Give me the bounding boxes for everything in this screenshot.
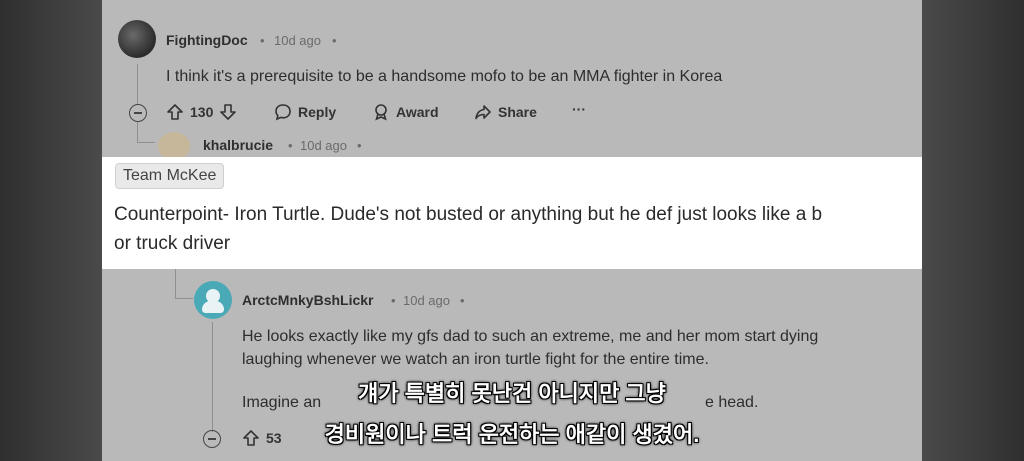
highlighted-text-line-2: or truck driver	[114, 233, 231, 254]
vote-group: 130	[166, 103, 237, 121]
upvote-icon[interactable]	[166, 103, 184, 121]
highlighted-comment-text: Counterpoint- Iron Turtle. Dude's not bu…	[114, 200, 922, 258]
khalbrucie-dot-2: •	[357, 138, 362, 153]
reply-button[interactable]: Reply	[274, 103, 336, 121]
nested-thread-line[interactable]	[175, 269, 176, 299]
arctc-text-line-2: laughing whenever we watch an iron turtl…	[242, 351, 709, 368]
share-icon	[475, 105, 491, 120]
arctc-text-line-1: He looks exactly like my gfs dad to such…	[242, 328, 819, 345]
vote-count: 130	[190, 104, 214, 120]
arctc-time: 10d ago	[403, 293, 450, 308]
fightingdoc-avatar[interactable]	[118, 20, 156, 58]
subtitle-line-1: 걔가 특별히 못난건 아니지만 그냥	[358, 381, 666, 406]
comment-bubble-icon	[275, 104, 291, 121]
award-label: Award	[396, 104, 439, 120]
fightingdoc-comment-text: I think it's a prerequisite to be a hand…	[166, 68, 723, 85]
arctc-avatar[interactable]	[194, 281, 232, 319]
reply-connector-line	[137, 122, 138, 142]
reply-connector-elbow	[137, 142, 155, 143]
thread-line[interactable]	[137, 64, 138, 104]
award-button[interactable]: Award	[372, 103, 439, 121]
fightingdoc-dot-2: •	[332, 33, 337, 48]
award-icon	[375, 104, 387, 121]
highlighted-text-line-1: Counterpoint- Iron Turtle. Dude's not bu…	[114, 204, 823, 225]
khalbrucie-username[interactable]: khalbrucie	[203, 137, 273, 153]
fightingdoc-dot-1: •	[260, 33, 265, 48]
more-options-button[interactable]: ···	[572, 101, 586, 117]
khalbrucie-avatar[interactable]	[158, 132, 190, 160]
share-button[interactable]: Share	[474, 103, 537, 121]
arctc-dot-1: •	[391, 293, 396, 308]
reply-label: Reply	[298, 104, 337, 120]
user-flair: Team McKee	[115, 163, 225, 189]
khalbrucie-dot-1: •	[288, 138, 293, 153]
arctc-dot-2: •	[460, 293, 465, 308]
collapse-thread-button[interactable]	[129, 104, 147, 122]
khalbrucie-time: 10d ago	[300, 138, 347, 153]
arctc-username[interactable]: ArctcMnkyBshLickr	[242, 292, 374, 308]
subtitle-line-2: 경비원이나 트럭 운전하는 애같이 생겼어.	[324, 422, 700, 447]
more-dots-icon: ···	[572, 101, 586, 117]
nested-connector-elbow	[175, 298, 193, 299]
share-label: Share	[498, 104, 537, 120]
fightingdoc-username[interactable]: FightingDoc	[166, 32, 248, 48]
fightingdoc-time: 10d ago	[274, 33, 321, 48]
downvote-icon[interactable]	[219, 103, 237, 121]
